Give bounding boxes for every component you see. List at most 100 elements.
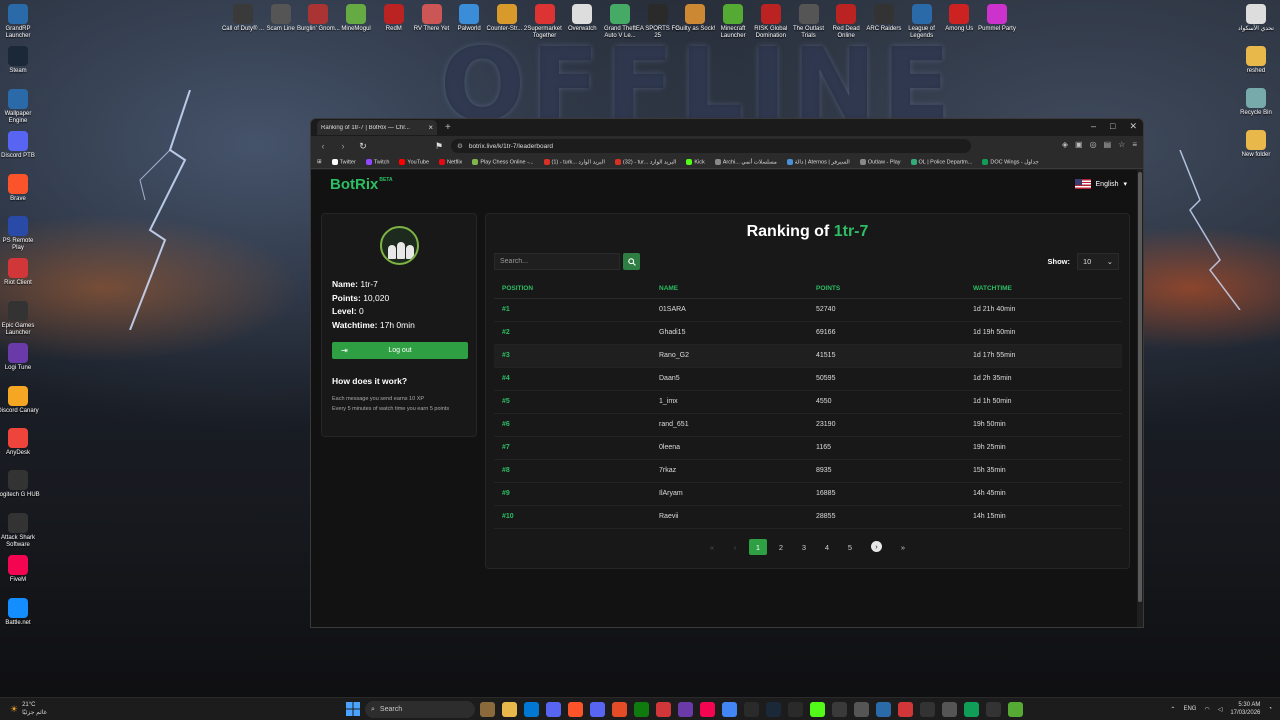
input-language[interactable]: ENG bbox=[1183, 706, 1196, 712]
taskbar-search[interactable]: ⌕ Search bbox=[365, 701, 475, 718]
extension-icon[interactable]: ☆ bbox=[1118, 140, 1125, 149]
weather-widget[interactable]: ☀ 21°C غائم جزئيًا bbox=[10, 701, 47, 717]
page-scrollbar[interactable] bbox=[1137, 170, 1143, 627]
taskbar-app-icon[interactable] bbox=[480, 702, 495, 717]
forward-icon[interactable]: › bbox=[337, 141, 349, 151]
desktop-shortcut-icon[interactable]: New folder bbox=[1234, 130, 1278, 159]
page-size-select[interactable]: 10 ⌄ bbox=[1077, 253, 1119, 270]
page-button-5[interactable]: 5 bbox=[841, 539, 859, 555]
desktop-shortcut-icon[interactable]: GrandRP Launcher bbox=[0, 4, 40, 40]
column-header-name[interactable]: NAME bbox=[651, 279, 808, 299]
desktop-shortcut-icon[interactable]: Pummel Party bbox=[975, 4, 1019, 33]
bookmark-item[interactable]: OL | Police Departm... bbox=[910, 158, 972, 165]
site-info-icon[interactable]: ⚙ bbox=[457, 142, 463, 150]
taskbar-app-icon[interactable] bbox=[788, 702, 803, 717]
taskbar-app-icon[interactable] bbox=[656, 702, 671, 717]
taskbar-app-icon[interactable] bbox=[612, 702, 627, 717]
desktop-shortcut-icon[interactable]: Recycle Bin bbox=[1234, 88, 1278, 117]
maximize-icon[interactable]: □ bbox=[1110, 121, 1115, 132]
bookmark-item[interactable]: Netflix bbox=[439, 158, 462, 165]
desktop-shortcut-icon[interactable]: Brave bbox=[0, 173, 40, 203]
bookmark-item[interactable]: Archi... مسلسلات أنمي bbox=[714, 158, 777, 165]
menu-icon[interactable]: ≡ bbox=[1132, 140, 1137, 149]
chevron-up-icon[interactable]: ⌃ bbox=[1170, 706, 1175, 713]
minimize-icon[interactable]: – bbox=[1091, 121, 1096, 132]
taskbar-app-icon[interactable] bbox=[678, 702, 693, 717]
taskbar-app-icon[interactable] bbox=[590, 702, 605, 717]
botrix-logo[interactable]: BotRixBETA bbox=[330, 176, 393, 193]
taskbar-app-icon[interactable] bbox=[832, 702, 847, 717]
bookmark-item[interactable]: Twitch bbox=[365, 158, 389, 165]
bookmark-item[interactable]: DOC Wings - جداول bbox=[982, 158, 1039, 165]
bookmark-item[interactable]: Play Chess Online -... bbox=[472, 158, 534, 165]
desktop-shortcut-icon[interactable]: PS Remote Play bbox=[0, 216, 40, 252]
page-button-1[interactable]: 1 bbox=[749, 539, 767, 555]
desktop-shortcut-icon[interactable]: Logitech G HUB bbox=[0, 470, 40, 499]
windows-start-icon[interactable] bbox=[346, 702, 360, 716]
column-header-points[interactable]: POINTS bbox=[808, 279, 965, 299]
taskbar-app-icon[interactable] bbox=[1008, 702, 1023, 717]
bookmark-icon[interactable]: ⚑ bbox=[433, 141, 445, 152]
address-bar[interactable]: ⚙ botrix.live/k/1tr-7/leaderboard bbox=[451, 139, 971, 153]
close-tab-icon[interactable]: × bbox=[428, 123, 433, 132]
logout-button[interactable]: ⇥ Log out bbox=[332, 342, 468, 359]
taskbar-app-icon[interactable] bbox=[634, 702, 649, 717]
bookmark-item[interactable]: Kick bbox=[686, 158, 705, 165]
column-header-position[interactable]: POSITION bbox=[494, 279, 651, 299]
desktop-shortcut-icon[interactable]: Steam bbox=[0, 46, 40, 75]
taskbar-app-icon[interactable] bbox=[810, 702, 825, 717]
scrollbar-thumb[interactable] bbox=[1138, 172, 1142, 602]
browser-tab[interactable]: Ranking of 1tr-7 | BotRix — Chr... × bbox=[317, 120, 437, 135]
page-button-2[interactable]: 2 bbox=[772, 539, 790, 555]
previous-page-icon[interactable]: ‹ bbox=[726, 539, 744, 555]
desktop-shortcut-icon[interactable]: reshed bbox=[1234, 46, 1278, 75]
taskbar-app-icon[interactable] bbox=[920, 702, 935, 717]
taskbar-app-icon[interactable] bbox=[898, 702, 913, 717]
bookmark-item[interactable]: YouTube bbox=[399, 158, 429, 165]
column-header-watchtime[interactable]: WATCHTIME bbox=[965, 279, 1122, 299]
taskbar-app-icon[interactable] bbox=[722, 702, 737, 717]
bookmark-item[interactable]: Outlaw - Play bbox=[859, 158, 901, 165]
taskbar-app-icon[interactable] bbox=[964, 702, 979, 717]
bookmark-item[interactable]: Twitter bbox=[331, 158, 356, 165]
extension-icon[interactable]: ▤ bbox=[1104, 140, 1112, 149]
extension-icon[interactable]: ◈ bbox=[1062, 140, 1068, 149]
clock[interactable]: 5:30 AM 17/03/2026 bbox=[1230, 701, 1260, 717]
next-page-icon[interactable]: › bbox=[871, 541, 882, 552]
desktop-shortcut-icon[interactable]: Riot Client bbox=[0, 258, 40, 287]
desktop-shortcut-icon[interactable]: Discord Canary bbox=[0, 385, 40, 415]
bookmark-item[interactable]: دالة | Aternos | السيرفر bbox=[786, 158, 850, 165]
page-button-3[interactable]: 3 bbox=[795, 539, 813, 555]
back-icon[interactable]: ‹ bbox=[317, 141, 329, 151]
taskbar-app-icon[interactable] bbox=[524, 702, 539, 717]
desktop-shortcut-icon[interactable]: AnyDesk bbox=[0, 428, 40, 457]
taskbar-app-icon[interactable] bbox=[744, 702, 759, 717]
first-page-icon[interactable]: « bbox=[703, 539, 721, 555]
reload-icon[interactable]: ↻ bbox=[357, 141, 369, 152]
taskbar-app-icon[interactable] bbox=[502, 702, 517, 717]
extension-icon[interactable]: ▣ bbox=[1075, 140, 1083, 149]
volume-icon[interactable]: ◁ bbox=[1218, 706, 1223, 713]
taskbar-app-icon[interactable] bbox=[546, 702, 561, 717]
apps-icon[interactable]: ⊞ bbox=[317, 159, 322, 165]
bookmark-item[interactable]: (32) - tur... البريد الوارد bbox=[614, 158, 676, 165]
desktop-shortcut-icon[interactable]: Discord PTB bbox=[0, 131, 40, 160]
bookmark-item[interactable]: (1) - turk... البريد الوارد bbox=[543, 158, 605, 165]
taskbar-app-icon[interactable] bbox=[942, 702, 957, 717]
taskbar-app-icon[interactable] bbox=[700, 702, 715, 717]
taskbar-app-icon[interactable] bbox=[986, 702, 1001, 717]
search-input[interactable] bbox=[494, 253, 620, 270]
taskbar-app-icon[interactable] bbox=[766, 702, 781, 717]
desktop-shortcut-icon[interactable]: Battle.net bbox=[0, 597, 40, 627]
taskbar-app-icon[interactable] bbox=[568, 702, 583, 717]
desktop-shortcut-icon[interactable]: Epic Games Launcher bbox=[0, 300, 40, 337]
search-button[interactable] bbox=[623, 253, 640, 270]
close-window-icon[interactable]: ✕ bbox=[1129, 121, 1137, 132]
language-selector[interactable]: English ▾ bbox=[1074, 179, 1127, 189]
last-page-icon[interactable]: » bbox=[894, 539, 912, 555]
new-tab-button[interactable]: + bbox=[445, 122, 451, 133]
notification-icon[interactable]: ◔ bbox=[1268, 706, 1272, 712]
desktop-shortcut-icon[interactable]: FiveM bbox=[0, 555, 40, 584]
desktop-shortcut-icon[interactable]: تحدي الأسكواد bbox=[1234, 4, 1278, 33]
page-button-4[interactable]: 4 bbox=[818, 539, 836, 555]
